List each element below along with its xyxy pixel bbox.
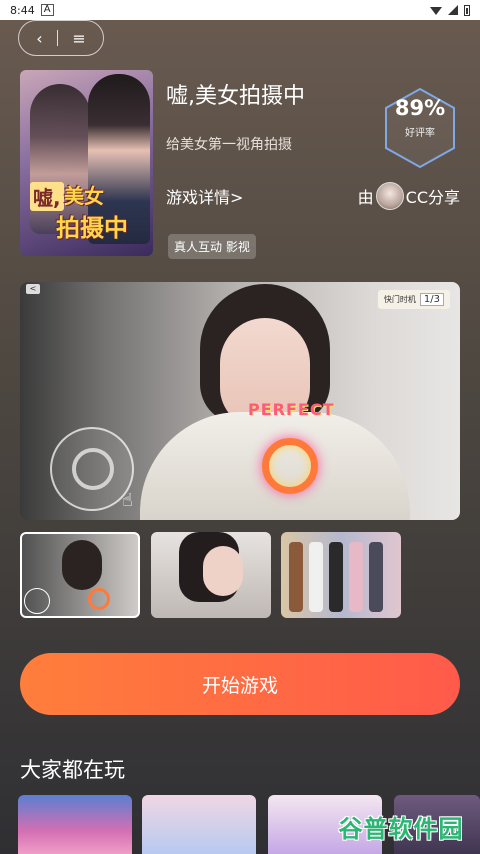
recommended-game-card[interactable]: [142, 795, 256, 854]
cover-title-part3: 拍摄中: [56, 214, 128, 242]
game-cover[interactable]: 嘘, 美女 拍摄中: [20, 70, 153, 256]
thumb-joystick-icon: [24, 588, 50, 614]
game-subtitle: 给美女第一视角拍摄: [166, 137, 292, 153]
screenshot-thumb-3[interactable]: [281, 532, 401, 618]
rating-value: 89%: [394, 96, 446, 120]
section-title: 大家都在玩: [20, 758, 125, 782]
wifi-icon: [430, 7, 442, 15]
back-icon[interactable]: ‹: [36, 29, 42, 48]
thumb-costume: [369, 542, 383, 612]
thumb-costume: [309, 542, 323, 612]
cover-title-part1: 嘘,: [30, 182, 64, 211]
avatar: [375, 182, 404, 210]
status-time: 8:44: [10, 3, 35, 17]
nav-divider: [56, 30, 58, 46]
menu-icon[interactable]: ≡: [72, 29, 85, 48]
shutter-counter-label: 快门时机: [383, 295, 416, 304]
gameplay-preview[interactable]: < 快门时机 1/3 PERFECT ☝: [20, 282, 460, 520]
game-title: 嘘,美女拍摄中: [166, 84, 305, 109]
game-tag: 真人互动 影视: [168, 234, 256, 259]
thumb-costume: [329, 542, 343, 612]
screenshot-thumb-2[interactable]: [151, 532, 271, 618]
thumb-ring-icon: [88, 588, 110, 610]
cover-title-part2: 美女: [64, 184, 104, 208]
start-game-button[interactable]: 开始游戏: [20, 653, 460, 715]
nav-pill: ‹ ≡: [18, 20, 104, 56]
target-ring-icon: [262, 438, 318, 494]
rating-label: 好评率: [405, 128, 435, 139]
notification-icon: A: [40, 4, 54, 16]
preview-back-icon: <: [26, 284, 40, 294]
thumb-costume: [349, 542, 363, 612]
rating-badge: 89% 好评率: [382, 86, 458, 170]
game-details-link[interactable]: 游戏详情>: [166, 184, 243, 208]
status-bar: 8:44 A: [0, 0, 480, 20]
screenshot-thumb-1[interactable]: [20, 532, 140, 618]
thumb-costume: [289, 542, 303, 612]
author-info[interactable]: 由 CC分享: [358, 182, 460, 210]
perfect-text: PERFECT: [248, 400, 335, 419]
recommended-game-card[interactable]: [18, 795, 132, 854]
battery-icon: [464, 4, 470, 16]
shutter-counter: 快门时机 1/3: [377, 290, 450, 309]
signal-icon: [448, 5, 458, 15]
thumb-face: [62, 540, 102, 590]
thumb-face: [203, 546, 243, 596]
watermark-logo: 谷普软件园: [338, 814, 464, 843]
author-prefix: 由: [357, 188, 374, 207]
author-suffix: CC分享: [405, 188, 460, 207]
hand-cursor-icon: ☝: [122, 490, 133, 511]
shutter-counter-value: 1/3: [419, 293, 444, 306]
joystick-inner-icon: [72, 448, 114, 490]
